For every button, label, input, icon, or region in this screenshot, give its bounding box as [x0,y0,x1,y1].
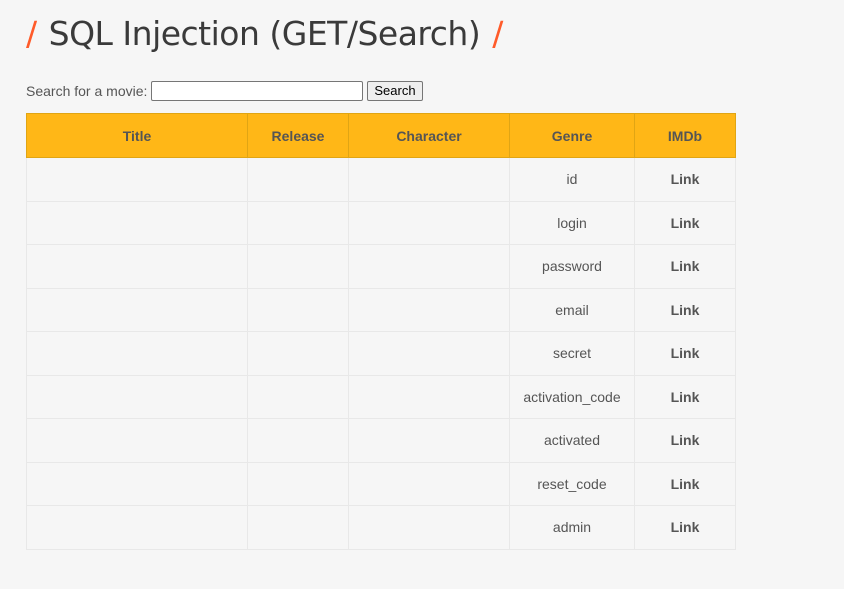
cell-genre: password [509,244,635,289]
cell-imdb: Link [634,200,736,245]
imdb-link[interactable]: Link [671,258,700,274]
page-title: / SQL Injection (GET/Search) / [26,12,503,56]
column-header-genre: Genre [509,113,635,158]
cell-genre: id [509,157,635,202]
cell-imdb: Link [634,244,736,289]
imdb-link[interactable]: Link [671,476,700,492]
cell-character [348,374,510,419]
cell-title [26,331,248,376]
page-title-text: SQL Injection (GET/Search) [48,14,481,53]
cell-character [348,461,510,506]
imdb-link[interactable]: Link [671,345,700,361]
column-header-release: Release [247,113,349,158]
cell-release [247,461,349,506]
cell-genre: activated [509,418,635,463]
imdb-link[interactable]: Link [671,519,700,535]
cell-genre: activation_code [509,374,635,419]
column-header-character: Character [348,113,510,158]
column-header-imdb: IMDb [634,113,736,158]
search-button[interactable]: Search [367,81,423,101]
cell-release [247,157,349,202]
cell-character [348,418,510,463]
search-input[interactable] [151,81,364,101]
table-header-row: Title Release Character Genre IMDb [26,113,736,158]
cell-imdb: Link [634,157,736,202]
cell-imdb: Link [634,505,736,550]
cell-release [247,244,349,289]
title-slash-left: / [26,14,37,53]
cell-genre: login [509,200,635,245]
cell-character [348,505,510,550]
cell-character [348,331,510,376]
cell-imdb: Link [634,418,736,463]
cell-title [26,287,248,332]
cell-release [247,418,349,463]
imdb-link[interactable]: Link [671,171,700,187]
cell-title [26,244,248,289]
imdb-link[interactable]: Link [671,302,700,318]
table-row: activated Link [26,418,736,463]
cell-genre: reset_code [509,461,635,506]
table-row: email Link [26,287,736,332]
cell-title [26,374,248,419]
cell-release [247,287,349,332]
cell-genre: secret [509,331,635,376]
movie-results-table: Title Release Character Genre IMDb id Lin… [26,113,736,550]
cell-character [348,200,510,245]
cell-title [26,505,248,550]
imdb-link[interactable]: Link [671,389,700,405]
title-slash-right: / [492,14,503,53]
cell-release [247,505,349,550]
cell-imdb: Link [634,287,736,332]
table-row: password Link [26,244,736,289]
cell-title [26,418,248,463]
table-row: reset_code Link [26,461,736,506]
cell-title [26,200,248,245]
cell-character [348,244,510,289]
cell-imdb: Link [634,374,736,419]
cell-title [26,157,248,202]
cell-imdb: Link [634,331,736,376]
search-label: Search for a movie: [26,83,148,99]
table-row: admin Link [26,505,736,550]
cell-release [247,331,349,376]
cell-character [348,157,510,202]
cell-genre: email [509,287,635,332]
table-row: activation_code Link [26,374,736,419]
cell-release [247,200,349,245]
table-row: id Link [26,157,736,202]
table-row: login Link [26,200,736,245]
column-header-title: Title [26,113,248,158]
cell-genre: admin [509,505,635,550]
table-row: secret Link [26,331,736,376]
page: / SQL Injection (GET/Search) / Search for … [0,0,844,589]
cell-release [247,374,349,419]
cell-title [26,461,248,506]
cell-imdb: Link [634,461,736,506]
cell-character [348,287,510,332]
search-form: Search for a movie: Search [26,80,423,102]
imdb-link[interactable]: Link [671,432,700,448]
imdb-link[interactable]: Link [671,215,700,231]
